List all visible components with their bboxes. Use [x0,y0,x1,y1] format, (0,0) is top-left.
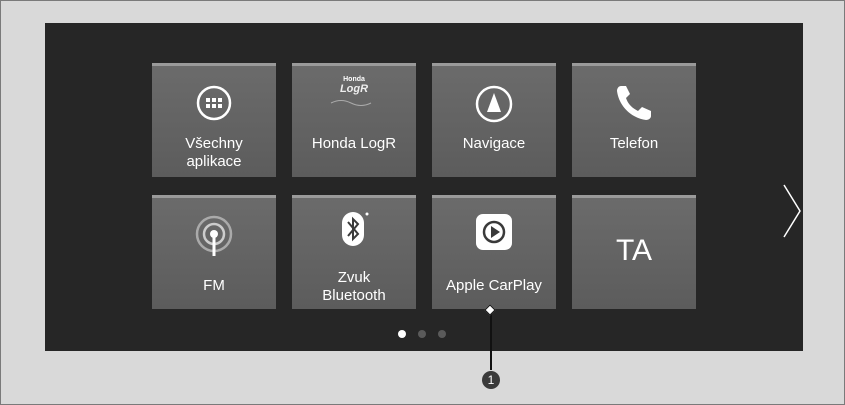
carplay-icon [476,214,512,250]
all-apps-grid-icon [196,85,232,121]
tile-apple-carplay-label: Apple CarPlay [446,277,542,294]
tile-ta-label: TA [615,234,653,267]
next-page-chevron-icon[interactable] [780,181,806,241]
logr-wave-icon [330,100,372,106]
tile-navigation[interactable]: Navigace [432,63,556,177]
tile-fm-label: FM [203,277,225,294]
tile-phone[interactable]: Telefon [572,63,696,177]
navigation-compass-icon [475,85,513,123]
tile-honda-logr-label: Honda LogR [311,135,397,152]
page-dot[interactable] [438,330,446,338]
tile-all-apps[interactable]: Všechny aplikace [152,63,276,177]
page-dot[interactable] [418,330,426,338]
logr-logo-icon: Honda LogR [324,76,384,113]
callout-leader-line [490,310,492,370]
tile-phone-label: Telefon [609,135,659,152]
bluetooth-icon [342,212,369,246]
tile-bluetooth-audio[interactable]: Zvuk Bluetooth [292,195,416,309]
logr-logo-text: LogR [339,83,369,95]
tile-traffic-announcement[interactable]: TA [572,195,696,309]
callout-number-badge: 1 [482,371,500,389]
phone-handset-icon [617,86,651,120]
page-dot-active[interactable] [398,330,406,338]
head-unit-screen: Všechny aplikace Honda LogR Honda LogR N… [45,23,803,351]
honda-logo-text: Honda [343,76,365,83]
tile-honda-logr[interactable]: Honda LogR Honda LogR [292,63,416,177]
tile-all-apps-label: Všechny aplikace [185,135,243,170]
tile-navigation-label: Navigace [462,135,526,152]
fm-radio-antenna-icon [195,215,233,256]
tile-fm[interactable]: FM [152,195,276,309]
tile-bluetooth-audio-label: Zvuk Bluetooth [322,269,386,304]
tile-apple-carplay[interactable]: Apple CarPlay [432,195,556,309]
